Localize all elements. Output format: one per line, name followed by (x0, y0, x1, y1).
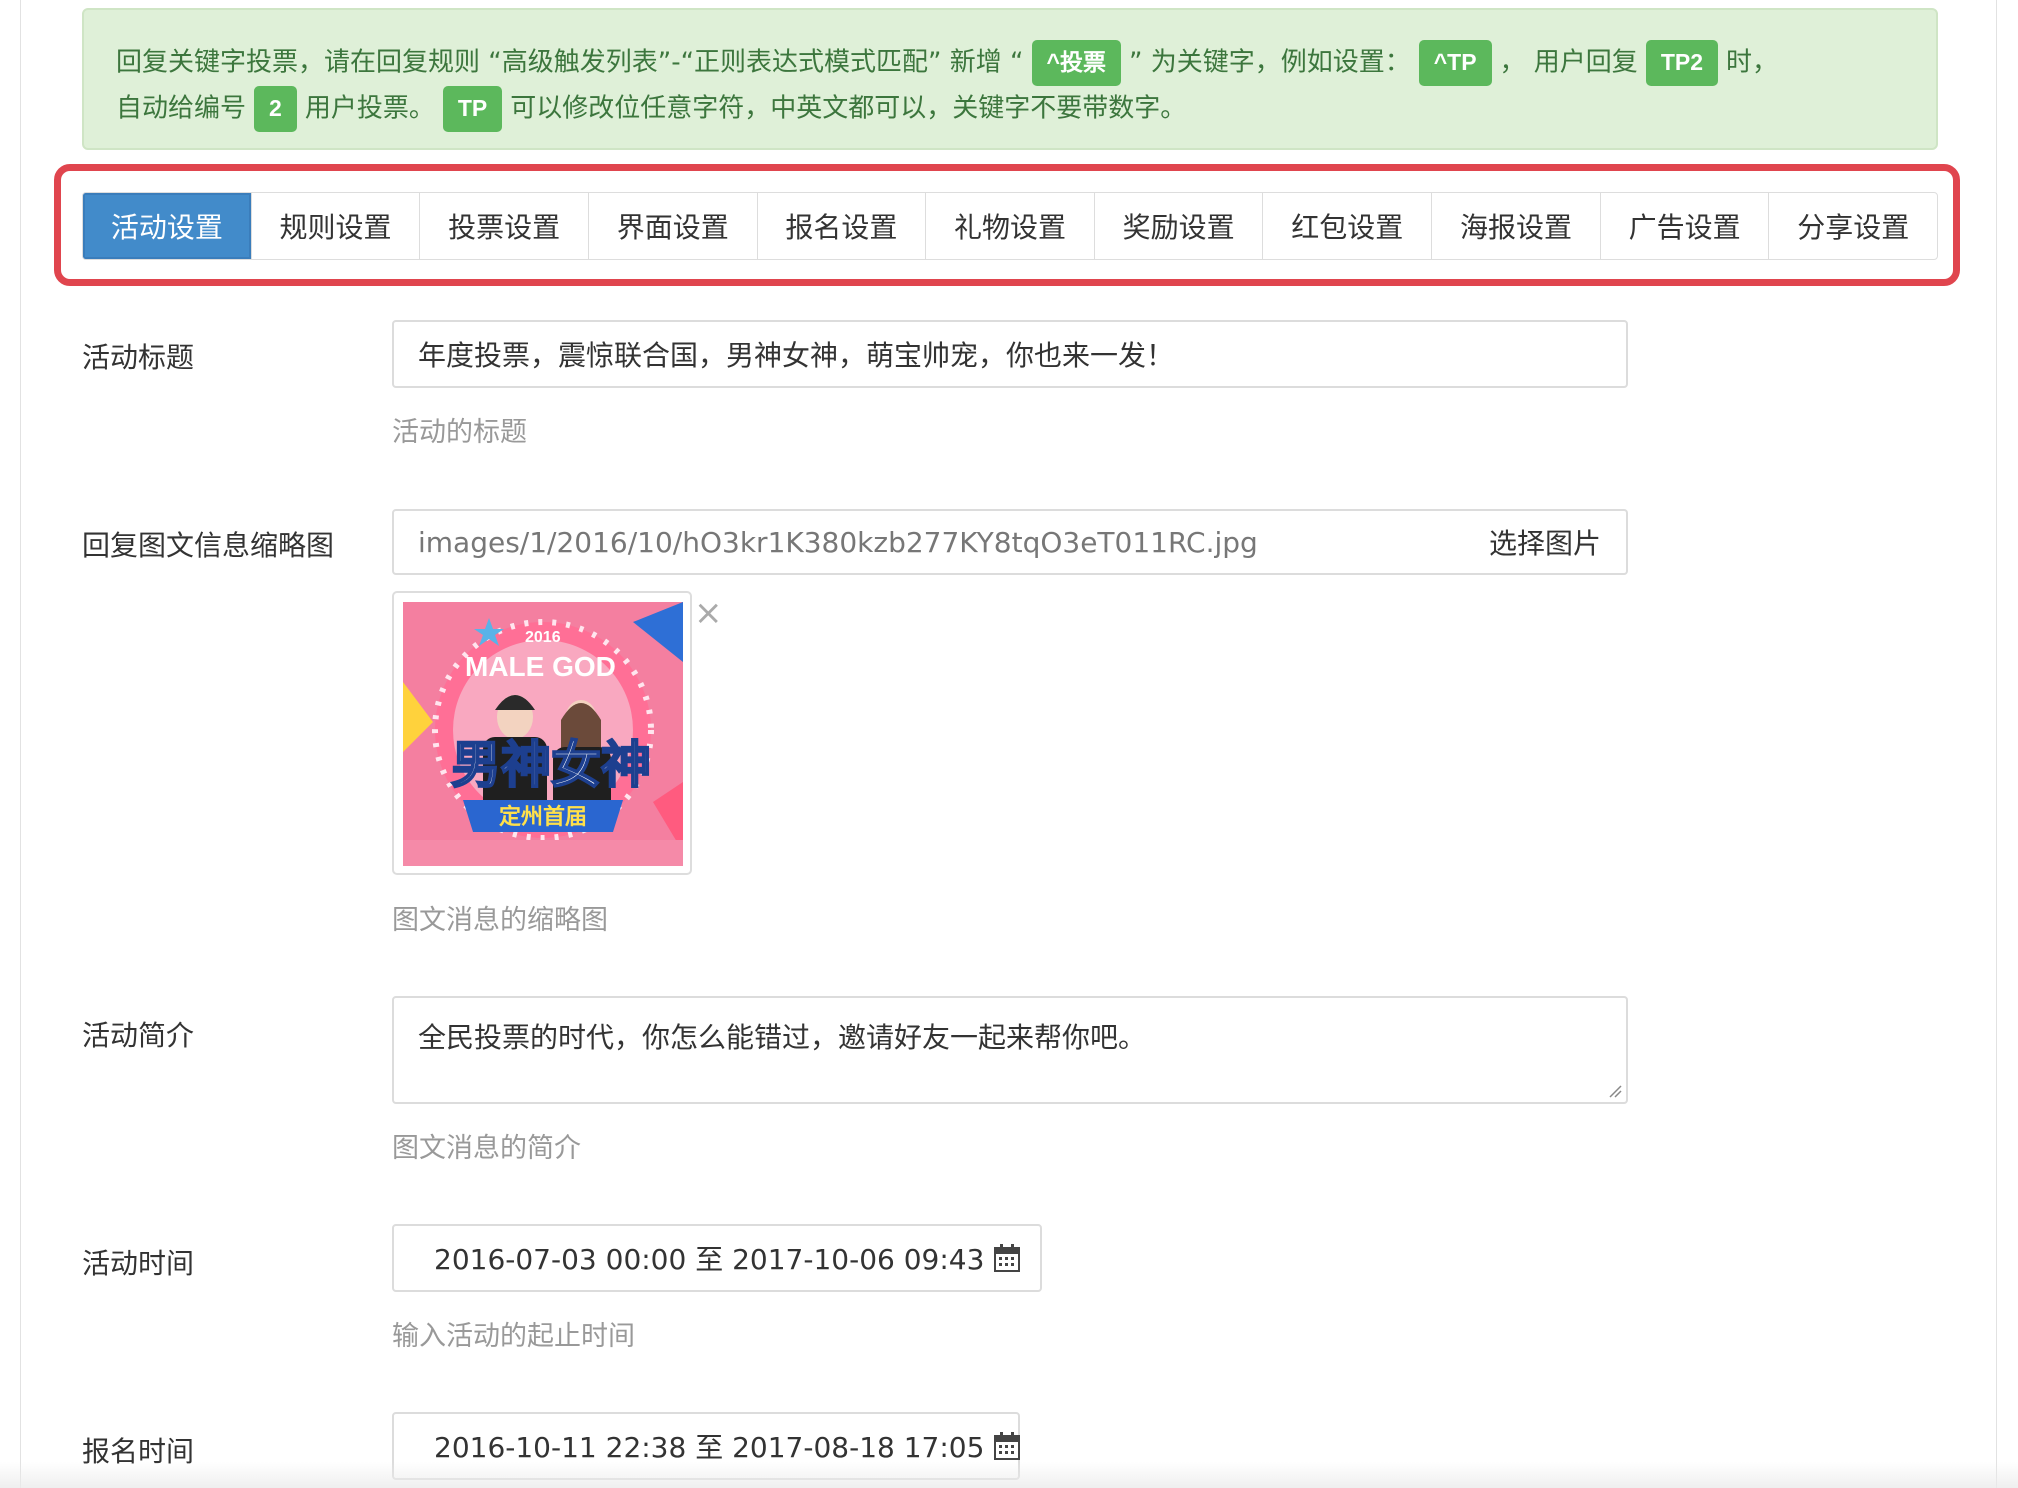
thumbnail-image: 2016 MALE GOD 男神女神 定州首届 (403, 602, 683, 866)
tab-signup-settings[interactable]: 报名设置 (758, 193, 927, 259)
settings-tabs: 活动设置 规则设置 投票设置 界面设置 报名设置 礼物设置 奖励设置 红包设置 … (82, 192, 1938, 260)
activity-title-label: 活动标题 (82, 341, 195, 374)
tab-interface-settings[interactable]: 界面设置 (589, 193, 758, 259)
tab-vote-settings[interactable]: 投票设置 (420, 193, 589, 259)
keyword-badge: 2 (254, 86, 297, 132)
keyword-badge: TP (442, 86, 503, 132)
tab-poster-settings[interactable]: 海报设置 (1432, 193, 1601, 259)
thumbnail-main-text: 男神女神 (451, 736, 651, 794)
activity-time-help: 输入活动的起止时间 (392, 1321, 635, 1352)
activity-intro-help: 图文消息的简介 (392, 1133, 581, 1164)
thumbnail-help: 图文消息的缩略图 (392, 905, 608, 936)
thumbnail-label: 回复图文信息缩略图 (82, 529, 335, 562)
page-border-left (20, 0, 21, 1488)
thumbnail-banner-text: MALE GOD (465, 651, 616, 682)
activity-time-label: 活动时间 (82, 1247, 195, 1280)
activity-time-input[interactable]: 2016-07-03 00:00 至 2017-10-06 09:43 (392, 1224, 1042, 1292)
alert-text: ， 用户回复 (1499, 47, 1638, 78)
activity-intro-label: 活动简介 (82, 1019, 195, 1052)
alert-text: 自动给编号 (116, 93, 247, 124)
alert-text: 用户投票。 (304, 93, 435, 124)
keyword-badge: ^TP (1418, 40, 1492, 86)
tab-redpacket-settings[interactable]: 红包设置 (1263, 193, 1433, 259)
activity-title-value: 年度投票，震惊联合国，男神女神，萌宝帅宠，你也来一发！ (418, 339, 1175, 372)
activity-intro-textarea[interactable]: 全民投票的时代，你怎么能错过，邀请好友一起来帮你吧。 (392, 996, 1628, 1104)
tab-activity-settings[interactable]: 活动设置 (83, 193, 252, 259)
tab-ad-settings[interactable]: 广告设置 (1601, 193, 1770, 259)
thumbnail-path-input[interactable]: images/1/2016/10/hO3kr1K380kzb277KY8tqO3… (392, 509, 1466, 575)
page-border-right (1996, 0, 1997, 1488)
signup-time-value: 2016-10-11 22:38 至 2017-08-18 17:05 (434, 1431, 985, 1464)
resize-grip-icon[interactable] (1608, 1084, 1622, 1098)
alert-text: 时， (1726, 47, 1779, 78)
keyword-vote-alert: 回复关键字投票，请在回复规则 “高级触发列表”-“正则表达式模式匹配” 新增 “… (82, 8, 1938, 150)
activity-title-input[interactable]: 年度投票，震惊联合国，男神女神，萌宝帅宠，你也来一发！ (392, 320, 1628, 388)
thumbnail-ribbon-text: 定州首届 (499, 804, 587, 830)
activity-title-help: 活动的标题 (392, 417, 527, 448)
thumbnail-path-value: images/1/2016/10/hO3kr1K380kzb277KY8tqO3… (418, 525, 1258, 559)
thumbnail-preview: 2016 MALE GOD 男神女神 定州首届 (392, 591, 692, 875)
tab-rule-settings[interactable]: 规则设置 (252, 193, 421, 259)
thumbnail-year-text: 2016 (525, 629, 561, 646)
alert-line-1: 回复关键字投票，请在回复规则 “高级触发列表”-“正则表达式模式匹配” 新增 “… (116, 40, 1904, 86)
calendar-icon (994, 1432, 1021, 1460)
alert-text: 可以修改位任意字符，中英文都可以，关键字不要带数字。 (510, 93, 1187, 124)
tab-share-settings[interactable]: 分享设置 (1769, 193, 1937, 259)
tab-gift-settings[interactable]: 礼物设置 (926, 193, 1095, 259)
remove-thumbnail-button[interactable]: × (694, 596, 723, 630)
activity-time-value: 2016-07-03 00:00 至 2017-10-06 09:43 (434, 1243, 985, 1276)
alert-text: 回复关键字投票，请在回复规则 “高级触发列表”-“正则表达式模式匹配” 新增 “ (116, 47, 1024, 78)
activity-intro-value: 全民投票的时代，你怎么能错过，邀请好友一起来帮你吧。 (418, 1021, 1147, 1054)
bottom-fade (0, 1462, 2018, 1488)
calendar-icon (994, 1244, 1021, 1272)
select-image-button[interactable]: 选择图片 (1464, 509, 1628, 575)
alert-text: ” 为关键字，例如设置： (1128, 47, 1411, 78)
keyword-badge: TP2 (1645, 40, 1718, 86)
tab-reward-settings[interactable]: 奖励设置 (1095, 193, 1264, 259)
keyword-badge: ^投票 (1031, 40, 1121, 86)
alert-line-2: 自动给编号 2 用户投票。 TP 可以修改位任意字符，中英文都可以，关键字不要带数字。 (116, 86, 1904, 132)
